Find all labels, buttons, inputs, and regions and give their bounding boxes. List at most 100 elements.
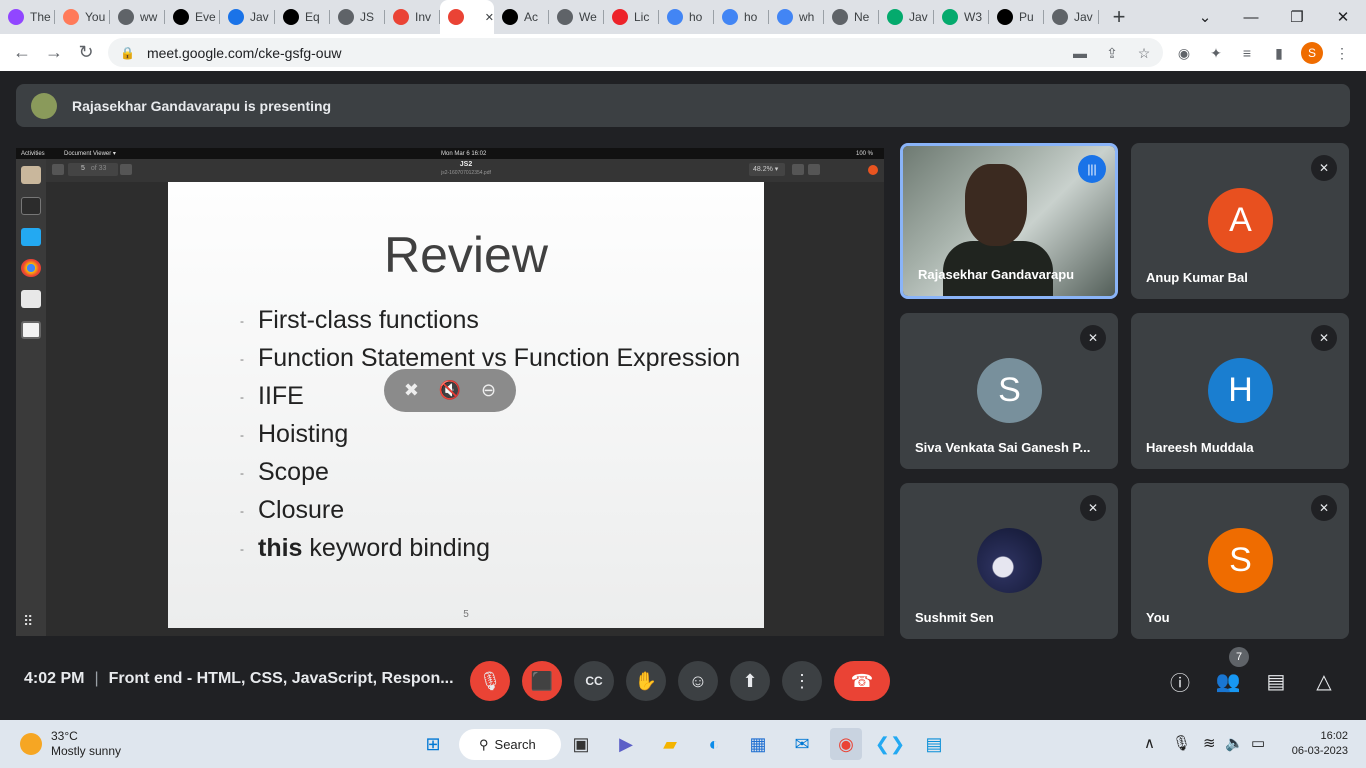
- browser-tab[interactable]: Jav: [879, 0, 934, 34]
- grammarly-icon[interactable]: ◉: [1173, 42, 1195, 64]
- mail-icon[interactable]: ✉: [786, 728, 818, 760]
- edge-icon[interactable]: ◐: [698, 728, 730, 760]
- captions-button[interactable]: CC: [574, 661, 614, 701]
- doc-file: js2-160707012354.pdf: [441, 170, 491, 176]
- start-button[interactable]: ⊞: [417, 728, 449, 760]
- tab-title: Ne: [854, 10, 870, 24]
- share-icon[interactable]: ⇪: [1101, 42, 1123, 64]
- slide-bullet: - this keyword binding: [240, 534, 491, 562]
- vscode-taskbar-icon[interactable]: ❮❯: [874, 728, 906, 760]
- slide-bullet: - Hoisting: [240, 420, 349, 448]
- mute-audio-icon[interactable]: 🔇: [439, 380, 461, 401]
- browser-tab[interactable]: ho: [714, 0, 769, 34]
- side-panel-icon[interactable]: ▮: [1268, 42, 1290, 64]
- reactions-button[interactable]: ☺: [678, 661, 718, 701]
- participant-tile[interactable]: ✕ S Siva Venkata Sai Ganesh P...: [900, 313, 1118, 469]
- browser-tab[interactable]: wh: [769, 0, 824, 34]
- chat-icon[interactable]: ▤: [1260, 665, 1292, 697]
- browser-tab[interactable]: ww: [110, 0, 165, 34]
- task-view-icon[interactable]: ▣: [565, 728, 597, 760]
- activities-label: Activities: [21, 150, 45, 157]
- maximize-button[interactable]: ❐: [1274, 0, 1320, 34]
- microphone-icon[interactable]: 🎙: [1172, 734, 1191, 752]
- mic-off-icon: ✕: [1311, 155, 1337, 181]
- mic-toggle-button[interactable]: 🎙: [470, 661, 510, 701]
- bookmark-star-icon[interactable]: ☆: [1133, 42, 1155, 64]
- forward-icon[interactable]: →: [38, 37, 70, 69]
- browser-tab[interactable]: Ne: [824, 0, 879, 34]
- tab-title: Pu: [1019, 10, 1034, 24]
- medium-icon: [283, 9, 299, 25]
- tray-overflow-icon[interactable]: ∧: [1144, 734, 1155, 752]
- hubspot-icon: [63, 9, 79, 25]
- camera-toggle-button[interactable]: ⬛: [522, 661, 562, 701]
- weather-widget[interactable]: 33°C Mostly sunny: [20, 729, 121, 759]
- search-icon: ⚲: [479, 736, 489, 752]
- browser-tab[interactable]: Lic: [604, 0, 659, 34]
- battery-icon[interactable]: ▭: [1251, 734, 1265, 752]
- participant-tile[interactable]: ✕ Sushmit Sen: [900, 483, 1118, 639]
- tab-search-icon[interactable]: ⌄: [1182, 0, 1228, 34]
- browser-tab[interactable]: Pu: [989, 0, 1044, 34]
- chrome-taskbar-icon[interactable]: ◉: [830, 728, 862, 760]
- slide-bullet: - Scope: [240, 458, 329, 486]
- mic-off-icon: ✕: [1080, 495, 1106, 521]
- notepad-icon[interactable]: ▤: [918, 728, 950, 760]
- meeting-details-icon[interactable]: ⓘ: [1164, 665, 1196, 697]
- browser-tab[interactable]: Jav: [220, 0, 275, 34]
- browser-tab[interactable]: ho: [659, 0, 714, 34]
- more-options-button[interactable]: ⋮: [782, 661, 822, 701]
- terminal-icon: [21, 197, 41, 215]
- browser-tab[interactable]: We: [549, 0, 604, 34]
- present-screen-button[interactable]: ⬆: [730, 661, 770, 701]
- camera-icon[interactable]: ▬: [1069, 42, 1091, 64]
- browser-tab[interactable]: ✕: [440, 0, 494, 34]
- tab-title: Jav: [1074, 10, 1093, 24]
- taskbar-clock[interactable]: 16:02 06-03-2023: [1292, 729, 1348, 759]
- browser-tab[interactable]: Jav: [1044, 0, 1099, 34]
- unpin-icon[interactable]: ✖: [404, 380, 419, 401]
- browser-tab[interactable]: Inv: [385, 0, 440, 34]
- profile-avatar[interactable]: S: [1301, 42, 1323, 64]
- minimize-icon[interactable]: ⊖: [481, 380, 496, 401]
- slide-page-number: 5: [463, 609, 469, 620]
- close-tab-icon[interactable]: ✕: [485, 11, 494, 24]
- reload-icon[interactable]: ↻: [70, 37, 102, 69]
- participant-tile[interactable]: ||| Rajasekhar Gandavarapu: [900, 143, 1118, 299]
- extensions-icon[interactable]: ✦: [1205, 42, 1227, 64]
- teams-chat-icon[interactable]: ▶: [610, 728, 642, 760]
- people-icon[interactable]: 👥: [1212, 665, 1244, 697]
- volume-icon[interactable]: 🔈: [1225, 734, 1244, 752]
- participant-tile[interactable]: ✕ S You: [1131, 483, 1349, 639]
- minimize-button[interactable]: —: [1228, 0, 1274, 34]
- participant-tile[interactable]: ✕ A Anup Kumar Bal: [1131, 143, 1349, 299]
- participant-avatar: S: [1208, 528, 1273, 593]
- browser-tab[interactable]: Ac: [494, 0, 549, 34]
- file-explorer-icon[interactable]: ▰: [654, 728, 686, 760]
- browser-tab[interactable]: The: [0, 0, 55, 34]
- leave-call-button[interactable]: ☎: [834, 661, 890, 701]
- taskbar-search[interactable]: ⚲ Search: [459, 729, 561, 760]
- chrome-menu-icon[interactable]: ⋮: [1331, 42, 1353, 64]
- browser-tab[interactable]: Eq: [275, 0, 330, 34]
- browser-tab[interactable]: W3: [934, 0, 989, 34]
- activities-icon[interactable]: △: [1308, 665, 1340, 697]
- new-tab-button[interactable]: +: [1099, 0, 1139, 34]
- raise-hand-button[interactable]: ✋: [626, 661, 666, 701]
- weather-temp: 33°C: [51, 729, 78, 743]
- close-window-button[interactable]: ✕: [1320, 0, 1366, 34]
- browser-tab[interactable]: You: [55, 0, 110, 34]
- store-icon[interactable]: ▦: [742, 728, 774, 760]
- wifi-icon[interactable]: ≋: [1203, 734, 1216, 752]
- media-control-icon[interactable]: ≡: [1236, 42, 1258, 64]
- browser-tab[interactable]: JS: [330, 0, 385, 34]
- page-field: 5: [81, 165, 85, 172]
- address-toolbar: ← → ↻ 🔒 meet.google.com/cke-gsfg-ouw ▬ ⇪…: [0, 34, 1366, 71]
- omnibox[interactable]: 🔒 meet.google.com/cke-gsfg-ouw: [108, 38, 1163, 67]
- back-icon[interactable]: ←: [6, 37, 38, 69]
- tab-title: W3: [964, 10, 982, 24]
- participant-tile[interactable]: ✕ H Hareesh Muddala: [1131, 313, 1349, 469]
- browser-tab[interactable]: Eve: [165, 0, 220, 34]
- windows-taskbar: 33°C Mostly sunny ⊞ ⚲ Search ▣ ▶ ▰ ◐ ▦ ✉…: [0, 720, 1366, 768]
- participant-avatar: S: [977, 358, 1042, 423]
